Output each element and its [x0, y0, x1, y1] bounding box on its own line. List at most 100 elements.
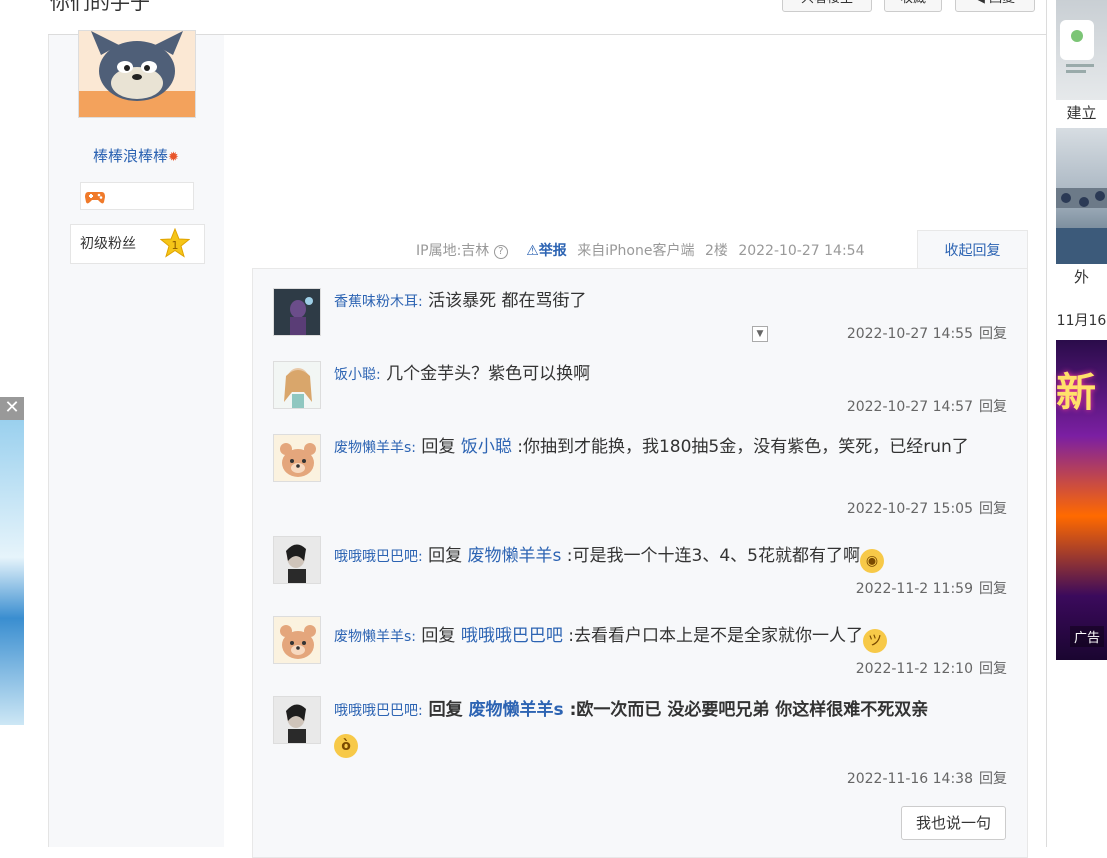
comment-avatar[interactable]: [273, 536, 321, 584]
comment-avatar[interactable]: [273, 696, 321, 744]
comment-footer: 2022-11-2 11:59 回复: [856, 578, 1007, 598]
sidebar-ad-image[interactable]: [1056, 0, 1107, 100]
comment-footer: 2022-10-27 14:57 回复: [847, 396, 1007, 416]
amazed-emoji-icon: ◉: [859, 549, 884, 573]
reply-mention-link[interactable]: 哦哦哦巴巴吧: [461, 626, 563, 646]
comment-item: 饭小聪: 几个金芋头？紫色可以换啊: [334, 359, 1004, 390]
comment-time: 2022-11-2 11:59: [855, 581, 973, 597]
only-op-button[interactable]: 只看楼主: [782, 0, 872, 12]
author-avatar[interactable]: [78, 30, 196, 118]
post-datetime: 2022-10-27 14:54: [738, 243, 865, 259]
comment-username[interactable]: 哦哦哦巴巴吧:: [334, 549, 423, 565]
comment-username[interactable]: 废物懒羊羊s:: [334, 629, 416, 645]
comment-avatar[interactable]: [273, 434, 321, 482]
spark-icon: ✹: [168, 150, 179, 165]
add-comment-button[interactable]: 我也说一句: [901, 806, 1006, 840]
reply-button-label: 回复: [989, 0, 1015, 6]
reply-button[interactable]: ◀ 回复: [955, 0, 1035, 12]
help-icon[interactable]: ?: [493, 245, 508, 259]
comment-footer: 2022-10-27 15:05 回复: [847, 498, 1007, 518]
comment-text: :你抽到才能换，我180抽5金，没有紫色，笑死，已经run了: [517, 437, 969, 457]
warning-icon: ⚠: [526, 243, 539, 259]
reply-prefix: 回复: [421, 626, 456, 646]
author-username[interactable]: 棒棒浪棒棒✹: [48, 145, 224, 166]
comment-footer: 2022-10-27 14:55 回复: [847, 323, 1007, 343]
report-link[interactable]: ⚠举报: [526, 243, 567, 259]
reply-prefix: 回复: [428, 546, 463, 566]
chevron-down-icon[interactable]: ▼: [752, 326, 768, 342]
portrait-avatar-icon: [274, 697, 320, 743]
ad-label: 广告: [1070, 626, 1105, 647]
game-ad-banner[interactable]: 新 广告: [1056, 340, 1107, 660]
anime-character-avatar-icon: [274, 289, 320, 335]
comment-item: 废物懒羊羊s: 回复 哦哦哦巴巴吧 :去看看户口本上是不是全家就你一人了ツ: [334, 621, 1004, 653]
comment-reply-link[interactable]: 回复: [979, 399, 1007, 415]
portrait-avatar-icon: [274, 537, 320, 583]
sidebar-ad-caption[interactable]: 建立: [1056, 102, 1107, 123]
product-image-icon: [1060, 20, 1094, 73]
comment-item: 哦哦哦巴巴吧: 回复 废物懒羊羊s :欧一次而已 没必要吧兄弟 你这样很难不死双…: [334, 695, 1004, 758]
comment-username[interactable]: 饭小聪:: [334, 367, 381, 383]
comment-reply-link[interactable]: 回复: [979, 326, 1007, 342]
game-ad-headline: 新: [1056, 370, 1096, 416]
ip-location: IP属地:吉林: [416, 243, 490, 259]
comment-reply-link[interactable]: 回复: [979, 501, 1007, 517]
comment-time: 2022-11-16 14:38: [846, 771, 973, 787]
post-floor: 2楼: [704, 243, 728, 259]
post-meta: IP属地:吉林 ? ⚠举报 来自iPhone客户端 2楼 2022-10-27 …: [416, 240, 864, 260]
level-star-icon: 1: [159, 227, 191, 258]
angry-emoji-icon: ò: [334, 734, 358, 758]
sidebar-ad-date: 11月16: [1056, 313, 1107, 329]
comment-text: :去看看户口本上是不是全家就你一人了: [568, 626, 863, 646]
comment-avatar[interactable]: [273, 288, 321, 336]
close-icon[interactable]: ✕: [0, 397, 24, 421]
author-username-text: 棒棒浪棒棒: [93, 147, 169, 165]
bear-avatar-icon: [274, 617, 320, 663]
sidebar-ad-image[interactable]: [1056, 128, 1107, 264]
reply-prefix: 回复: [428, 700, 463, 720]
post-source: 来自iPhone客户端: [577, 243, 695, 259]
comment-time: 2022-10-27 14:57: [846, 399, 973, 415]
tongue-emoji-icon: ツ: [862, 629, 887, 653]
comment-reply-link[interactable]: 回复: [979, 661, 1007, 677]
comment-footer: 2022-11-2 12:10 回复: [856, 658, 1007, 678]
gamepad-icon: [85, 192, 105, 204]
comment-item: 哦哦哦巴巴吧: 回复 废物懒羊羊s :可是我一个十连3、4、5花就都有了啊 ◉: [334, 541, 1004, 573]
sidebar-divider: [1046, 0, 1047, 847]
comment-time: 2022-10-27 14:55: [846, 326, 973, 342]
comment-reply-link[interactable]: 回复: [979, 771, 1007, 787]
thread-title: 你们的手于: [50, 0, 150, 14]
reply-mention-link[interactable]: 废物懒羊羊s: [468, 546, 562, 566]
comment-text: :欧一次而已 没必要吧兄弟 你这样很难不死双亲: [569, 700, 929, 720]
comment-username[interactable]: 废物懒羊羊s:: [334, 440, 416, 456]
comment-avatar[interactable]: [273, 361, 321, 409]
floating-ad-banner[interactable]: [0, 420, 24, 725]
author-badge-box: [80, 182, 194, 210]
reply-prefix: 回复: [421, 437, 456, 457]
author-level-title: 初级粉丝: [80, 236, 136, 252]
svg-text:1: 1: [172, 239, 179, 252]
cat-avatar-icon: [79, 31, 195, 117]
comment-time: 2022-10-27 15:05: [846, 501, 973, 517]
comment-time: 2022-11-2 12:10: [855, 661, 973, 677]
comment-item: 香蕉味粉木耳: 活该暴死 都在骂街了: [334, 286, 1004, 317]
reply-mention-link[interactable]: 饭小聪: [461, 437, 512, 457]
favorite-button[interactable]: 收藏: [884, 0, 942, 12]
comment-text: 几个金芋头？紫色可以换啊: [386, 364, 591, 384]
comment-text: 活该暴死 都在骂街了: [428, 291, 587, 311]
report-label: 举报: [538, 243, 567, 259]
comment-reply-link[interactable]: 回复: [979, 581, 1007, 597]
comment-item: 废物懒羊羊s: 回复 饭小聪 :你抽到才能换，我180抽5金，没有紫色，笑死，已…: [334, 432, 1004, 463]
comment-footer: 2022-11-16 14:38 回复: [847, 768, 1007, 788]
collapse-replies-link[interactable]: 收起回复: [917, 230, 1028, 270]
comment-avatar[interactable]: [273, 616, 321, 664]
reply-mention-link[interactable]: 废物懒羊羊s: [469, 700, 564, 720]
office-photo-icon: [1056, 188, 1107, 264]
anime-girl-avatar-icon: [274, 362, 320, 408]
arrow-left-icon: ◀: [975, 0, 989, 6]
bear-avatar-icon: [274, 435, 320, 481]
sidebar-ad-caption[interactable]: 外: [1056, 266, 1107, 287]
comment-username[interactable]: 香蕉味粉木耳:: [334, 294, 423, 310]
comment-username[interactable]: 哦哦哦巴巴吧:: [334, 703, 423, 719]
comment-text: :可是我一个十连3、4、5花就都有了啊: [566, 546, 860, 566]
